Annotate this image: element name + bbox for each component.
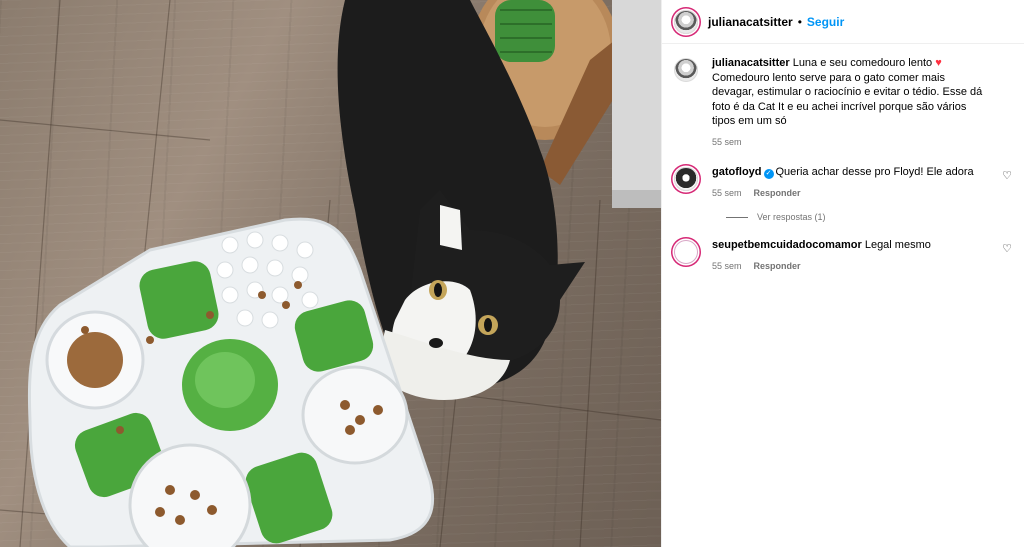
caption-meta: 55 sem: [712, 135, 990, 150]
comment-thread: julianacatsitter Luna e seu comedouro le…: [662, 44, 1024, 273]
comment-timestamp[interactable]: 55 sem: [712, 259, 742, 274]
reply-button[interactable]: Responder: [754, 186, 801, 201]
caption-body: julianacatsitter Luna e seu comedouro le…: [712, 56, 1012, 149]
verified-badge-icon: ✓: [763, 169, 774, 179]
commenter-avatar[interactable]: [674, 240, 698, 264]
comment-meta: 55 sem Responder: [712, 259, 990, 274]
caption: julianacatsitter Luna e seu comedouro le…: [674, 56, 1012, 149]
view-replies-label: Ver respostas (1): [757, 212, 826, 222]
cat-feeder-photo: [0, 0, 661, 547]
comment: gatofloyd ✓ Queria achar desse pro Floyd! …: [674, 165, 1012, 200]
follow-button[interactable]: Seguir: [807, 15, 844, 29]
author-username[interactable]: julianacatsitter: [708, 15, 793, 29]
post-side-panel: julianacatsitter • Seguir julianacatsitt…: [661, 0, 1024, 547]
separator-dot: •: [797, 14, 802, 29]
comment-text: Legal mesmo: [864, 239, 931, 251]
caption-username[interactable]: julianacatsitter: [712, 57, 790, 69]
red-heart-emoji-icon: ♥: [935, 57, 942, 69]
reply-button[interactable]: Responder: [754, 259, 801, 274]
comment-timestamp[interactable]: 55 sem: [712, 186, 742, 201]
comment-username[interactable]: gatofloyd: [712, 166, 762, 178]
post-header: julianacatsitter • Seguir: [662, 0, 1024, 44]
author-avatar[interactable]: [674, 9, 698, 34]
caption-timestamp[interactable]: 55 sem: [712, 135, 742, 150]
commenter-avatar[interactable]: [674, 167, 698, 191]
comment-username[interactable]: seupetbemcuidadocomamor: [712, 239, 862, 251]
comment-body: seupetbemcuidadocomamor Legal mesmo 55 s…: [712, 238, 1012, 273]
comment-text: Queria achar desse pro Floyd! Ele adora: [775, 166, 974, 178]
heart-outline-icon[interactable]: ♡: [1002, 242, 1012, 255]
post-photo[interactable]: [0, 0, 661, 547]
view-replies-button[interactable]: Ver respostas (1): [726, 212, 1012, 222]
comment-body: gatofloyd ✓ Queria achar desse pro Floyd! …: [712, 165, 1012, 200]
replies-line: [726, 216, 748, 218]
comment: seupetbemcuidadocomamor Legal mesmo 55 s…: [674, 238, 1012, 273]
caption-avatar[interactable]: [674, 58, 698, 82]
comment-meta: 55 sem Responder: [712, 186, 990, 201]
caption-text-a: Luna e seu comedouro lento: [789, 57, 936, 69]
heart-outline-icon[interactable]: ♡: [1002, 169, 1012, 182]
caption-text-b: Comedouro lento serve para o gato comer …: [712, 71, 983, 128]
